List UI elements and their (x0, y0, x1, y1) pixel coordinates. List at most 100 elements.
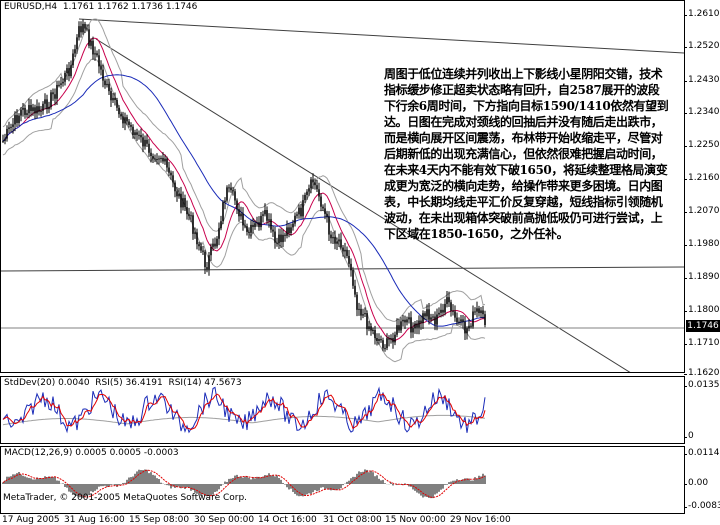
candle-body (24, 107, 26, 115)
candle-body (48, 106, 50, 110)
time-label: 15 Nov 00:00 (385, 515, 446, 525)
candle-body (366, 313, 368, 330)
time-label: 15 Sep 08:00 (129, 515, 190, 525)
candle-body (246, 226, 248, 232)
time-label: 30 Sep 00:00 (194, 515, 255, 525)
candle-body (22, 107, 24, 110)
candle-body (44, 99, 46, 104)
candle-body (36, 106, 38, 114)
candle-body (256, 222, 258, 224)
time-label: 29 Nov 16:00 (450, 515, 511, 525)
candle-body (296, 214, 298, 216)
candle-body (54, 94, 56, 99)
candle-body (8, 127, 10, 129)
candle-body (142, 137, 144, 147)
candle-body (124, 117, 126, 124)
price-tick: 1.1890 (684, 272, 720, 282)
candle-body (132, 126, 134, 136)
price-tick: 1.2520 (684, 41, 720, 51)
candle-body (272, 229, 274, 232)
candle-body (208, 255, 210, 270)
candle-body (94, 53, 96, 55)
candle-body (268, 219, 270, 221)
candle-body (354, 285, 356, 295)
candle-body (88, 29, 90, 46)
candle-body (70, 65, 72, 77)
macd-label: MACD(12,26,9) 0.0005 0.0005 -0.0003 (4, 448, 179, 458)
candle-body (290, 227, 292, 234)
candle-body (108, 83, 110, 92)
candle-body (420, 320, 422, 324)
candle-body (444, 303, 446, 313)
candle-body (326, 213, 328, 217)
candle-body (20, 109, 22, 116)
candle-body (422, 313, 424, 324)
candle-body (126, 117, 128, 122)
candle-body (130, 124, 132, 127)
candle-body (340, 239, 342, 248)
candle-body (244, 225, 246, 227)
candle-body (120, 114, 122, 117)
candle-body (460, 319, 462, 322)
candle-body (394, 334, 396, 343)
candle-body (138, 134, 140, 136)
oscillator-tick: 0.0135 (684, 380, 720, 390)
price-tick: 1.1980 (684, 239, 720, 249)
candle-body (194, 232, 196, 234)
candle-body (28, 105, 30, 114)
resistance-line (78, 18, 684, 54)
candle-body (152, 156, 154, 159)
candle-body (220, 221, 222, 229)
candle-body (274, 231, 276, 243)
candle-body (10, 126, 12, 128)
candle-body (104, 80, 106, 86)
candle-body (452, 310, 454, 312)
macd-pane[interactable]: MACD(12,26,9) 0.0005 0.0005 -0.0003 (0, 446, 685, 514)
candle-body (42, 103, 44, 111)
candle-body (320, 196, 322, 207)
candle-body (72, 53, 74, 66)
candle-body (218, 228, 220, 239)
rsi5-line (2, 386, 486, 434)
oscillator-scale: 0.0135 0 (684, 376, 720, 444)
candle-body (212, 243, 214, 247)
candle-body (136, 132, 138, 135)
candle-body (356, 294, 358, 310)
candle-body (80, 26, 82, 33)
candle-body (286, 227, 288, 236)
price-tick: 1.1710 (684, 338, 720, 348)
candle-body (158, 158, 160, 160)
candle-body (204, 251, 206, 268)
price-tick: 1.2160 (684, 173, 720, 183)
candle-body (228, 187, 230, 189)
candle-body (6, 128, 8, 139)
candle-body (450, 302, 452, 311)
copyright-text: MetaTrader, © 2001-2005 MetaQuotes Softw… (3, 493, 248, 503)
candle-body (454, 311, 456, 318)
candle-body (242, 213, 244, 226)
candle-body (206, 267, 208, 270)
price-scale[interactable]: 1.2610 1.2520 1.2430 1.2340 1.2250 1.216… (684, 0, 720, 378)
candle-body (388, 338, 390, 340)
candle-body (188, 214, 190, 217)
candle-body (118, 107, 120, 115)
rsi-stddev-pane[interactable]: StdDev(20) 0.0040 RSI(5) 36.4191 RSI(14)… (0, 376, 685, 444)
candle-body (304, 194, 306, 201)
candle-body (338, 239, 340, 242)
candle-body (190, 215, 192, 217)
candle-body (248, 231, 250, 233)
candle-body (144, 139, 146, 147)
candle-body (230, 187, 232, 191)
candle-body (434, 316, 436, 325)
candle-body (96, 53, 98, 56)
candle-body (174, 182, 176, 192)
candle-body (66, 68, 68, 73)
candle-body (114, 97, 116, 101)
candle-body (428, 309, 430, 320)
candle-body (328, 216, 330, 235)
candle-body (352, 270, 354, 286)
candle-body (86, 28, 88, 30)
candle-body (346, 249, 348, 256)
macd-tick: 0.0114 (684, 448, 720, 458)
candle-body (392, 338, 394, 343)
